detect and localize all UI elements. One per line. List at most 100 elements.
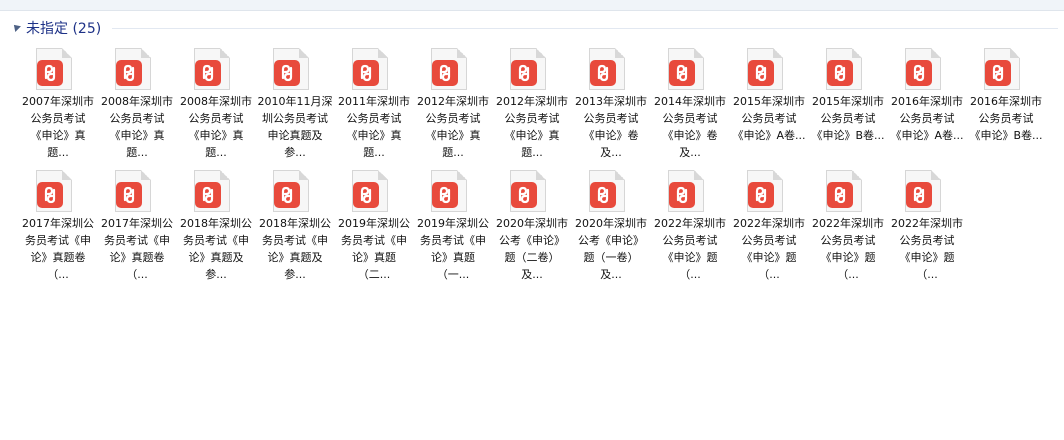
file-item[interactable]: 2014年深圳市公务员考试《申论》卷及... bbox=[650, 44, 729, 166]
pdf-icon bbox=[906, 60, 932, 86]
pdf-icon bbox=[511, 182, 537, 208]
toolbar-strip bbox=[0, 0, 1064, 11]
file-item[interactable]: 2022年深圳市公务员考试《申论》题（... bbox=[887, 166, 966, 288]
file-item[interactable]: 2015年深圳市公务员考试《申论》A卷... bbox=[729, 44, 808, 166]
file-name: 2008年深圳市公务员考试《申论》真题... bbox=[101, 95, 173, 159]
document-page-icon bbox=[510, 48, 546, 90]
document-page-icon bbox=[510, 170, 546, 212]
pdf-icon bbox=[195, 60, 221, 86]
file-item[interactable]: 2015年深圳市公务员考试《申论》B卷... bbox=[808, 44, 887, 166]
file-item[interactable]: 2020年深圳市公考《申论》题（一卷）及... bbox=[571, 166, 650, 288]
document-page-icon bbox=[431, 170, 467, 212]
pdf-icon bbox=[827, 60, 853, 86]
document-page-icon bbox=[431, 48, 467, 90]
group-header[interactable]: 未指定 (25) bbox=[0, 14, 1064, 42]
pdf-icon bbox=[274, 60, 300, 86]
file-item[interactable]: 2016年深圳市公务员考试《申论》A卷... bbox=[887, 44, 966, 166]
file-name: 2022年深圳市公务员考试《申论》题（... bbox=[733, 217, 805, 281]
pdf-icon bbox=[748, 182, 774, 208]
file-name: 2018年深圳公务员考试《申论》真题及参... bbox=[180, 217, 252, 281]
file-name: 2012年深圳市公务员考试《申论》真题... bbox=[417, 95, 489, 159]
document-page-icon bbox=[194, 48, 230, 90]
file-item[interactable]: 2017年深圳公务员考试《申论》真题卷（... bbox=[18, 166, 97, 288]
file-name: 2022年深圳市公务员考试《申论》题（... bbox=[812, 217, 884, 281]
file-name: 2017年深圳公务员考试《申论》真题卷（... bbox=[22, 217, 94, 281]
file-name: 2019年深圳公务员考试《申论》真题（二... bbox=[338, 217, 410, 281]
file-name: 2007年深圳市公务员考试《申论》真题... bbox=[22, 95, 94, 159]
file-item[interactable]: 2022年深圳市公务员考试《申论》题（... bbox=[729, 166, 808, 288]
file-name: 2013年深圳市公务员考试《申论》卷及... bbox=[575, 95, 647, 159]
document-page-icon bbox=[273, 48, 309, 90]
document-page-icon bbox=[115, 170, 151, 212]
pdf-icon bbox=[906, 182, 932, 208]
document-page-icon bbox=[352, 170, 388, 212]
document-page-icon bbox=[668, 48, 704, 90]
group-title[interactable]: 未指定 (25) bbox=[26, 18, 101, 38]
file-name: 2022年深圳市公务员考试《申论》题（... bbox=[654, 217, 726, 281]
pdf-icon bbox=[827, 182, 853, 208]
document-page-icon bbox=[984, 48, 1020, 90]
file-name: 2015年深圳市公务员考试《申论》A卷... bbox=[732, 95, 806, 142]
file-name: 2010年11月深圳公务员考试申论真题及参... bbox=[257, 95, 333, 159]
file-name: 2019年深圳公务员考试《申论》真题（一... bbox=[417, 217, 489, 281]
pdf-icon bbox=[985, 60, 1011, 86]
pdf-icon bbox=[195, 182, 221, 208]
pdf-icon bbox=[432, 60, 458, 86]
file-name: 2015年深圳市公务员考试《申论》B卷... bbox=[811, 95, 885, 142]
document-page-icon bbox=[905, 170, 941, 212]
pdf-icon bbox=[590, 182, 616, 208]
file-item[interactable]: 2008年深圳市公务员考试《申论》真题... bbox=[176, 44, 255, 166]
pdf-icon bbox=[748, 60, 774, 86]
document-page-icon bbox=[115, 48, 151, 90]
pdf-icon bbox=[669, 60, 695, 86]
pdf-icon bbox=[669, 182, 695, 208]
file-item[interactable]: 2018年深圳公务员考试《申论》真题及参... bbox=[255, 166, 334, 288]
file-item[interactable]: 2016年深圳市公务员考试《申论》B卷... bbox=[966, 44, 1045, 166]
file-item[interactable]: 2018年深圳公务员考试《申论》真题及参... bbox=[176, 166, 255, 288]
pdf-icon bbox=[590, 60, 616, 86]
pdf-icon bbox=[511, 60, 537, 86]
file-item[interactable]: 2022年深圳市公务员考试《申论》题（... bbox=[650, 166, 729, 288]
file-item[interactable]: 2019年深圳公务员考试《申论》真题（一... bbox=[413, 166, 492, 288]
file-name: 2022年深圳市公务员考试《申论》题（... bbox=[891, 217, 963, 281]
file-name: 2020年深圳市公考《申论》题（二卷）及... bbox=[496, 217, 568, 281]
document-page-icon bbox=[352, 48, 388, 90]
document-page-icon bbox=[194, 170, 230, 212]
file-item[interactable]: 2010年11月深圳公务员考试申论真题及参... bbox=[255, 44, 334, 166]
document-page-icon bbox=[36, 48, 72, 90]
file-item[interactable]: 2008年深圳市公务员考试《申论》真题... bbox=[97, 44, 176, 166]
file-name: 2014年深圳市公务员考试《申论》卷及... bbox=[654, 95, 726, 159]
file-item[interactable]: 2007年深圳市公务员考试《申论》真题... bbox=[18, 44, 97, 166]
document-page-icon bbox=[273, 170, 309, 212]
document-page-icon bbox=[589, 48, 625, 90]
file-name: 2016年深圳市公务员考试《申论》B卷... bbox=[969, 95, 1043, 142]
file-item[interactable]: 2011年深圳市公务员考试《申论》真题... bbox=[334, 44, 413, 166]
document-page-icon bbox=[36, 170, 72, 212]
collapse-arrow-icon[interactable] bbox=[11, 22, 21, 32]
file-name: 2017年深圳公务员考试《申论》真题卷（... bbox=[101, 217, 173, 281]
file-item[interactable]: 2013年深圳市公务员考试《申论》卷及... bbox=[571, 44, 650, 166]
document-page-icon bbox=[668, 170, 704, 212]
file-name: 2011年深圳市公务员考试《申论》真题... bbox=[338, 95, 410, 159]
file-grid: 2007年深圳市公务员考试《申论》真题... 2008年深圳市公务员考试《申论》真… bbox=[18, 44, 1064, 288]
file-name: 2020年深圳市公考《申论》题（一卷）及... bbox=[575, 217, 647, 281]
pdf-icon bbox=[116, 182, 142, 208]
document-page-icon bbox=[826, 48, 862, 90]
pdf-icon bbox=[116, 60, 142, 86]
document-page-icon bbox=[905, 48, 941, 90]
file-item[interactable]: 2022年深圳市公务员考试《申论》题（... bbox=[808, 166, 887, 288]
file-name: 2016年深圳市公务员考试《申论》A卷... bbox=[890, 95, 964, 142]
file-item[interactable]: 2017年深圳公务员考试《申论》真题卷（... bbox=[97, 166, 176, 288]
file-item[interactable]: 2012年深圳市公务员考试《申论》真题... bbox=[413, 44, 492, 166]
file-name: 2018年深圳公务员考试《申论》真题及参... bbox=[259, 217, 331, 281]
pdf-icon bbox=[432, 182, 458, 208]
file-item[interactable]: 2012年深圳市公务员考试《申论》真题... bbox=[492, 44, 571, 166]
file-name: 2008年深圳市公务员考试《申论》真题... bbox=[180, 95, 252, 159]
document-page-icon bbox=[747, 170, 783, 212]
file-item[interactable]: 2020年深圳市公考《申论》题（二卷）及... bbox=[492, 166, 571, 288]
document-page-icon bbox=[826, 170, 862, 212]
document-page-icon bbox=[589, 170, 625, 212]
pdf-icon bbox=[353, 182, 379, 208]
document-page-icon bbox=[747, 48, 783, 90]
file-item[interactable]: 2019年深圳公务员考试《申论》真题（二... bbox=[334, 166, 413, 288]
